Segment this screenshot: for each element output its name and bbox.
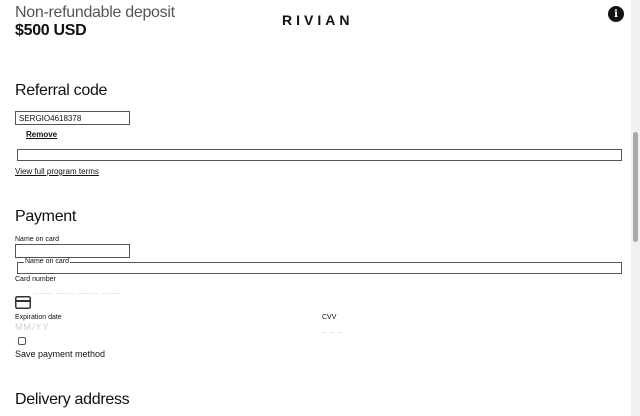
referral-code-heading: Referral code [15, 82, 108, 99]
info-icon[interactable]: i [608, 6, 624, 22]
name-on-card-legend: Name on card [24, 258, 70, 265]
delivery-address-heading: Delivery address [15, 391, 130, 408]
card-number-placeholder[interactable]: ____ ____ ____ ____ [34, 287, 121, 294]
deposit-amount: $500 USD [15, 22, 87, 39]
name-on-card-field[interactable]: Name on card [17, 258, 622, 274]
payment-heading: Payment [15, 208, 77, 225]
card-number-label: Card number [15, 276, 56, 283]
remove-referral-link[interactable]: Remove [26, 130, 57, 139]
name-on-card-label: Name on card [15, 236, 59, 243]
credit-card-icon [15, 296, 31, 314]
rivian-logo[interactable]: RIVIAN [282, 12, 353, 28]
save-payment-label: Save payment method [15, 349, 106, 359]
cvv-input[interactable]: _ _ _ [322, 326, 343, 333]
page-scrollbar-thumb[interactable] [633, 132, 638, 242]
view-program-terms-link[interactable]: View full program terms [15, 167, 99, 176]
name-on-card-input[interactable] [15, 244, 130, 258]
cvv-label: CVV [322, 314, 337, 321]
expiration-date-input[interactable]: MM/YY [15, 322, 50, 332]
deposit-title: Non-refundable deposit [15, 4, 175, 21]
expiration-date-label: Expiration date [15, 314, 62, 321]
referral-code-input[interactable] [15, 111, 130, 125]
referral-terms-field[interactable] [17, 149, 622, 161]
save-payment-checkbox[interactable] [18, 337, 26, 345]
